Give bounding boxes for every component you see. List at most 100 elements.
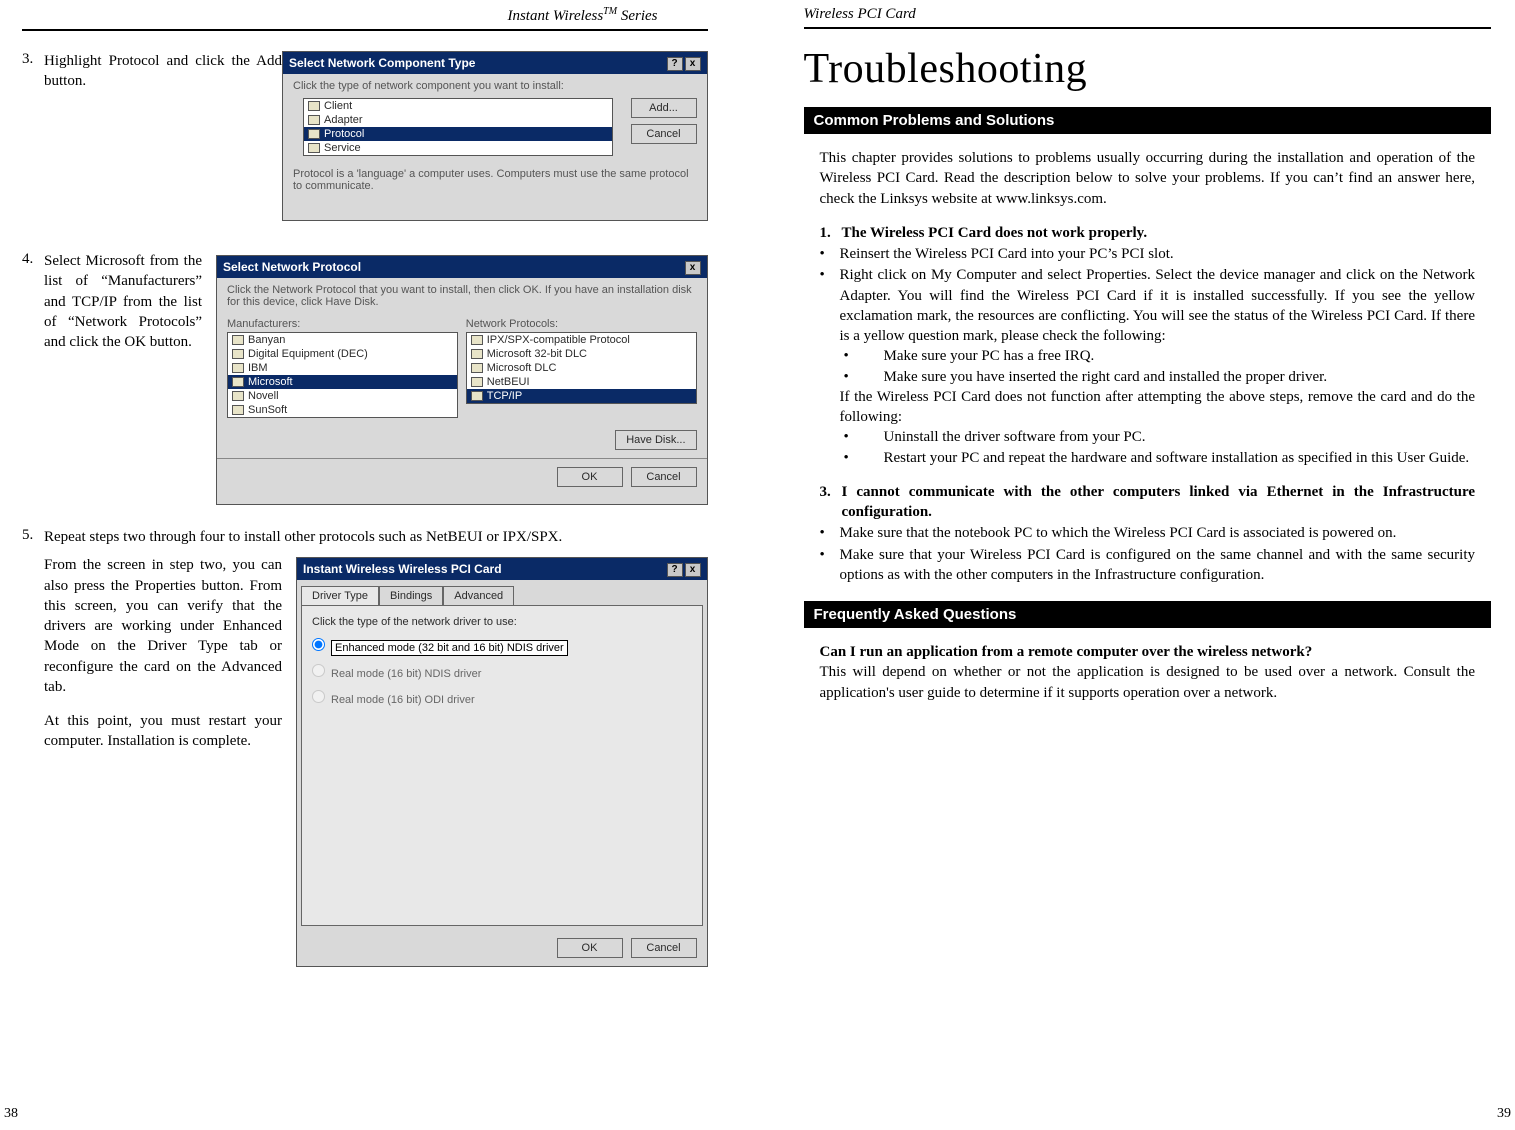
troubleshooting-title: Troubleshooting — [804, 45, 1492, 93]
step5: 5. Repeat steps two through four to inst… — [22, 527, 708, 547]
list-item-selected: TCP/IP — [467, 389, 696, 403]
step4: 4. Select Microsoft from the list of “Ma… — [22, 251, 202, 497]
list-item-selected: Protocol — [304, 127, 612, 141]
step5-p1: From the screen in step two, you can als… — [44, 555, 282, 697]
list-item: SunSoft — [228, 403, 457, 417]
list-item-selected: Microsoft — [228, 375, 457, 389]
radio-input[interactable] — [312, 664, 325, 677]
dlg1-window-icons: ?x — [665, 55, 701, 71]
dlg2-instr: Click the Network Protocol that you want… — [217, 278, 707, 314]
page-number-left: 38 — [4, 1106, 18, 1122]
intro-text: This chapter provides solutions to probl… — [820, 148, 1476, 209]
close-icon[interactable]: x — [685, 57, 701, 71]
tab-bindings[interactable]: Bindings — [379, 586, 443, 605]
page-number-right: 39 — [1497, 1106, 1511, 1122]
step5-num: 5. — [22, 527, 44, 544]
protocols-label: Network Protocols: — [466, 318, 697, 330]
list-item: Novell — [228, 389, 457, 403]
step5-text: Repeat steps two through four to install… — [44, 527, 708, 547]
bullet: •Reinsert the Wireless PCI Card into you… — [820, 244, 1476, 264]
header-suffix: Series — [617, 8, 657, 24]
sub-bullet: •Make sure your PC has a free IRQ. — [844, 346, 1476, 366]
list-item: Digital Equipment (DEC) — [228, 347, 457, 361]
fig-driver-type: Instant Wireless Wireless PCI Card ?x Dr… — [296, 557, 708, 967]
step4-row: 4. Select Microsoft from the list of “Ma… — [22, 251, 708, 505]
step3-num: 3. — [22, 51, 44, 68]
dlg1-desc: Protocol is a 'language' a computer uses… — [283, 162, 707, 198]
right-content: This chapter provides solutions to probl… — [804, 148, 1492, 585]
tm-mark: TM — [603, 6, 617, 17]
ok-button[interactable]: OK — [557, 938, 623, 958]
bullet: •Make sure that your Wireless PCI Card i… — [820, 545, 1476, 586]
list-item: Banyan — [228, 333, 457, 347]
dlg1-title: Select Network Component Type — [289, 56, 475, 70]
step5-p2: At this point, you must restart your com… — [44, 711, 282, 752]
section-common-problems: Common Problems and Solutions — [804, 107, 1492, 134]
list-item: Adapter — [304, 113, 612, 127]
dlg2-title: Select Network Protocol — [223, 260, 361, 274]
radio-input[interactable] — [312, 638, 325, 651]
step4-text: Select Microsoft from the list of “Manuf… — [44, 251, 202, 352]
help-icon[interactable]: ? — [667, 563, 683, 577]
manufacturers-list[interactable]: Banyan Digital Equipment (DEC) IBM Micro… — [227, 332, 458, 418]
protocol-icon — [308, 129, 320, 139]
manufacturers-label: Manufacturers: — [227, 318, 458, 330]
cancel-button[interactable]: Cancel — [631, 124, 697, 144]
faq-question: Can I run an application from a remote c… — [820, 642, 1476, 662]
dlg1-titlebar: Select Network Component Type ?x — [283, 52, 707, 74]
dlg1-list[interactable]: Client Adapter Protocol Service — [303, 98, 613, 156]
dlg3-title: Instant Wireless Wireless PCI Card — [303, 562, 502, 576]
dlg3-body: Click the type of the network driver to … — [301, 605, 703, 926]
bullet: •Make sure that the notebook PC to which… — [820, 523, 1476, 543]
right-page: Wireless PCI Card Troubleshooting Common… — [758, 0, 1515, 1130]
fig-select-component: Select Network Component Type ?x Click t… — [282, 51, 708, 221]
faq-content: Can I run an application from a remote c… — [804, 642, 1492, 703]
tab-advanced[interactable]: Advanced — [443, 586, 514, 605]
have-disk-button[interactable]: Have Disk... — [615, 430, 696, 450]
dlg3-tabs: Driver Type Bindings Advanced — [301, 586, 703, 605]
dlg3-window-icons: ?x — [665, 561, 701, 577]
faq-answer: This will depend on whether or not the a… — [820, 662, 1476, 703]
problem-1-heading: 1. The Wireless PCI Card does not work p… — [820, 223, 1476, 243]
problem-3-heading: 3. I cannot communicate with the other c… — [820, 482, 1476, 523]
step3: 3. Highlight Protocol and click the Add … — [22, 51, 282, 213]
list-item: Client — [304, 99, 612, 113]
radio-real16-ndis[interactable]: Real mode (16 bit) NDIS driver — [312, 664, 692, 680]
step3-text: Highlight Protocol and click the Add but… — [44, 51, 282, 92]
tab-driver-type[interactable]: Driver Type — [301, 586, 379, 605]
step4-num: 4. — [22, 251, 44, 268]
list-item: IPX/SPX-compatible Protocol — [467, 333, 696, 347]
close-icon[interactable]: x — [685, 563, 701, 577]
sub-bullet: •Restart your PC and repeat the hardware… — [844, 448, 1476, 468]
sub-bullet: •Make sure you have inserted the right c… — [844, 367, 1476, 387]
close-icon[interactable]: x — [685, 261, 701, 275]
radio-enhanced[interactable]: Enhanced mode (32 bit and 16 bit) NDIS d… — [312, 638, 692, 654]
list-item: IBM — [228, 361, 457, 375]
header-prefix: Instant Wireless — [507, 8, 603, 24]
step3-row: 3. Highlight Protocol and click the Add … — [22, 51, 708, 221]
bullet: •Right click on My Computer and select P… — [820, 265, 1476, 346]
client-icon — [308, 101, 320, 111]
list-item: NetBEUI — [467, 375, 696, 389]
step5-column: From the screen in step two, you can als… — [22, 555, 282, 967]
cancel-button[interactable]: Cancel — [631, 467, 697, 487]
right-header: Wireless PCI Card — [804, 0, 1492, 29]
adapter-icon — [308, 115, 320, 125]
dlg2-window-icons: x — [683, 259, 701, 275]
list-item: Microsoft DLC — [467, 361, 696, 375]
left-page: Instant WirelessTM Series 3. Highlight P… — [0, 0, 758, 1130]
dlg3-titlebar: Instant Wireless Wireless PCI Card ?x — [297, 558, 707, 580]
section-faq: Frequently Asked Questions — [804, 601, 1492, 628]
help-icon[interactable]: ? — [667, 57, 683, 71]
left-header: Instant WirelessTM Series — [22, 0, 708, 31]
radio-input[interactable] — [312, 690, 325, 703]
list-item: Microsoft 32-bit DLC — [467, 347, 696, 361]
dlg1-instr: Click the type of network component you … — [283, 74, 707, 98]
dlg3-instr: Click the type of the network driver to … — [312, 616, 692, 628]
add-button[interactable]: Add... — [631, 98, 697, 118]
radio-real16-odi[interactable]: Real mode (16 bit) ODI driver — [312, 690, 692, 706]
ok-button[interactable]: OK — [557, 467, 623, 487]
list-item: Service — [304, 141, 612, 155]
protocols-list[interactable]: IPX/SPX-compatible Protocol Microsoft 32… — [466, 332, 697, 404]
cancel-button[interactable]: Cancel — [631, 938, 697, 958]
